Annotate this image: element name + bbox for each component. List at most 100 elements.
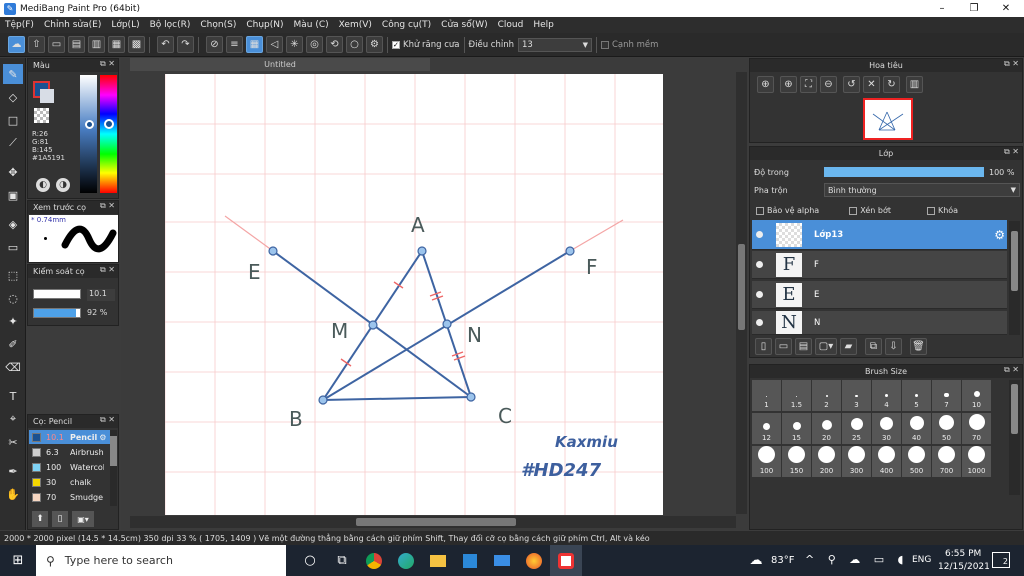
brush-size-cell[interactable]: 300	[842, 446, 871, 477]
brush-size-cell[interactable]: 150	[782, 446, 811, 477]
delete-layer-icon[interactable]: 🗑	[910, 338, 927, 355]
brush-list-scrollbar[interactable]	[110, 430, 117, 506]
brush-size-cell[interactable]: 400	[872, 446, 901, 477]
horizontal-scrollbar[interactable]	[130, 516, 736, 528]
snap-grid-icon[interactable]: ▦	[246, 36, 263, 53]
mail-icon[interactable]	[486, 545, 518, 576]
vertical-scrollbar[interactable]	[736, 72, 747, 514]
new-brush-icon[interactable]: ▯	[52, 511, 68, 527]
dot-tool-icon[interactable]: ⟋	[3, 133, 23, 153]
store-icon[interactable]	[454, 545, 486, 576]
snap-circle-icon[interactable]: ◎	[306, 36, 323, 53]
file-explorer-icon[interactable]	[422, 545, 454, 576]
taskbar-search[interactable]: ⚲ Type here to search	[36, 545, 286, 576]
add-brush-icon[interactable]: ⬆	[32, 511, 48, 527]
move-tool-icon[interactable]: ✥	[3, 162, 23, 182]
brush-item-pencil[interactable]: 10.1 Pencil ⚙	[29, 430, 112, 444]
page-icon[interactable]: ▥	[88, 36, 105, 53]
antialias-checkbox[interactable]: ✓	[392, 40, 400, 49]
duplicate-layer-icon[interactable]: ⧉	[865, 338, 882, 355]
new-halftone-icon[interactable]: ▤	[795, 338, 812, 355]
snap-parallel-icon[interactable]: ≡	[226, 36, 243, 53]
cortana-icon[interactable]: ○	[294, 545, 326, 576]
brush-size-cell[interactable]: 40	[902, 413, 931, 444]
brush-size-cell[interactable]: 1	[752, 380, 781, 411]
transparent-swatch[interactable]	[34, 108, 49, 123]
chrome-icon[interactable]	[358, 545, 390, 576]
minimize-button[interactable]: –	[926, 0, 958, 17]
fit-icon[interactable]: ⛶	[800, 76, 817, 93]
snap-off-icon[interactable]: ⊘	[206, 36, 223, 53]
hue-handle[interactable]	[104, 119, 114, 129]
brush-item-smudge[interactable]: 70 Smudge	[29, 490, 112, 504]
start-icon[interactable]: ⊞	[0, 545, 36, 576]
select-pen-icon[interactable]: ✐	[3, 334, 23, 354]
brush-size-cell[interactable]: 3	[842, 380, 871, 411]
notification-icon[interactable]: 2	[992, 552, 1010, 568]
layer-row-f[interactable]: FF	[752, 251, 1007, 279]
page-manage-icon[interactable]: ▦	[108, 36, 125, 53]
menu-select[interactable]: Chọn(S)	[195, 20, 241, 30]
text-tool-icon[interactable]: T	[3, 386, 23, 406]
brush-size-cell[interactable]: 5	[902, 380, 931, 411]
palette-icon[interactable]: ◐	[36, 178, 50, 192]
panel-controls-icon[interactable]: ⧉ ✕	[1004, 59, 1019, 69]
lasso-tool-icon[interactable]: ◌	[3, 288, 23, 308]
brush-size-cell[interactable]: 50	[932, 413, 961, 444]
blend-select[interactable]: Bình thường ▼	[824, 183, 1020, 197]
brush-tool-icon[interactable]: ✎	[3, 64, 23, 84]
snap-perspective-icon[interactable]: ◁	[266, 36, 283, 53]
brush-item-airbrush[interactable]: 6.3 Airbrush	[29, 445, 112, 459]
menu-window[interactable]: Cửa sổ(W)	[436, 20, 492, 30]
brush-size-cell[interactable]: 7	[932, 380, 961, 411]
menu-edit[interactable]: Chỉnh sửa(E)	[39, 20, 106, 30]
sv-handle[interactable]	[85, 120, 94, 129]
brush-menu-icon[interactable]: ▣▾	[72, 511, 94, 527]
hue-slider[interactable]	[100, 75, 117, 193]
protect-alpha-checkbox[interactable]	[756, 206, 764, 215]
color-history-icon[interactable]: ◑	[56, 178, 70, 192]
brush-size-cell[interactable]: 4	[872, 380, 901, 411]
panel-controls-icon[interactable]: ⧉ ✕	[1004, 365, 1019, 375]
medibang-taskbar-icon[interactable]	[550, 545, 582, 576]
tray-icons[interactable]: ^ ⚲ ☁ ▭ ◖	[805, 553, 908, 566]
brush-item-watercolor[interactable]: 100Watercolor	[29, 460, 112, 474]
menu-file[interactable]: Tệp(F)	[0, 20, 39, 30]
menu-snap[interactable]: Chụp(N)	[241, 20, 288, 30]
lock-checkbox[interactable]	[926, 206, 935, 215]
panel-controls-icon[interactable]: ⧉ ✕	[100, 59, 115, 69]
brush-size-cell[interactable]: 1000	[962, 446, 991, 477]
rotate-right-icon[interactable]: ↻	[883, 76, 900, 93]
brush-size-cell[interactable]: 200	[812, 446, 841, 477]
gear-icon[interactable]: ⚙	[994, 228, 1005, 242]
layer-opacity-slider[interactable]	[824, 167, 984, 177]
navigator-preview[interactable]	[863, 98, 913, 140]
brush-size-cell[interactable]: 10	[962, 380, 991, 411]
clock-date[interactable]: 12/15/2021	[938, 562, 990, 572]
comment-icon[interactable]: ▤	[68, 36, 85, 53]
layer-row-n[interactable]: NN	[752, 311, 1007, 335]
saturation-value-slider[interactable]	[80, 75, 97, 193]
drawing-canvas[interactable]: A B C E F M N Kaxmiu #HD247	[165, 74, 663, 515]
snap-ellipse-icon[interactable]: ○	[346, 36, 363, 53]
rect-tool-icon[interactable]: □	[3, 110, 23, 130]
visibility-icon[interactable]	[756, 231, 763, 238]
copy-layer-icon[interactable]: ▭	[775, 338, 792, 355]
cloud-icon[interactable]: ☁	[8, 36, 25, 53]
soft-edge-checkbox[interactable]	[600, 40, 609, 49]
visibility-icon[interactable]	[756, 319, 763, 326]
edge-icon[interactable]	[390, 545, 422, 576]
snap-curve-icon[interactable]: ⟲	[326, 36, 343, 53]
panel-controls-icon[interactable]: ⧉ ✕	[1004, 147, 1019, 157]
zoom-in-step-icon[interactable]: ⊕	[780, 76, 797, 93]
snap-radial-icon[interactable]: ✳	[286, 36, 303, 53]
chat-icon[interactable]: ▭	[48, 36, 65, 53]
brush-size-cell[interactable]: 12	[752, 413, 781, 444]
merge-layer-icon[interactable]: ⇩	[885, 338, 902, 355]
brush-size-cell[interactable]: 1.5	[782, 380, 811, 411]
share-icon[interactable]: ⇧	[28, 36, 45, 53]
menu-layer[interactable]: Lớp(L)	[106, 20, 144, 30]
brush-size-cell[interactable]: 25	[842, 413, 871, 444]
select-eraser-icon[interactable]: ⌫	[3, 357, 23, 377]
firefox-icon[interactable]	[518, 545, 550, 576]
